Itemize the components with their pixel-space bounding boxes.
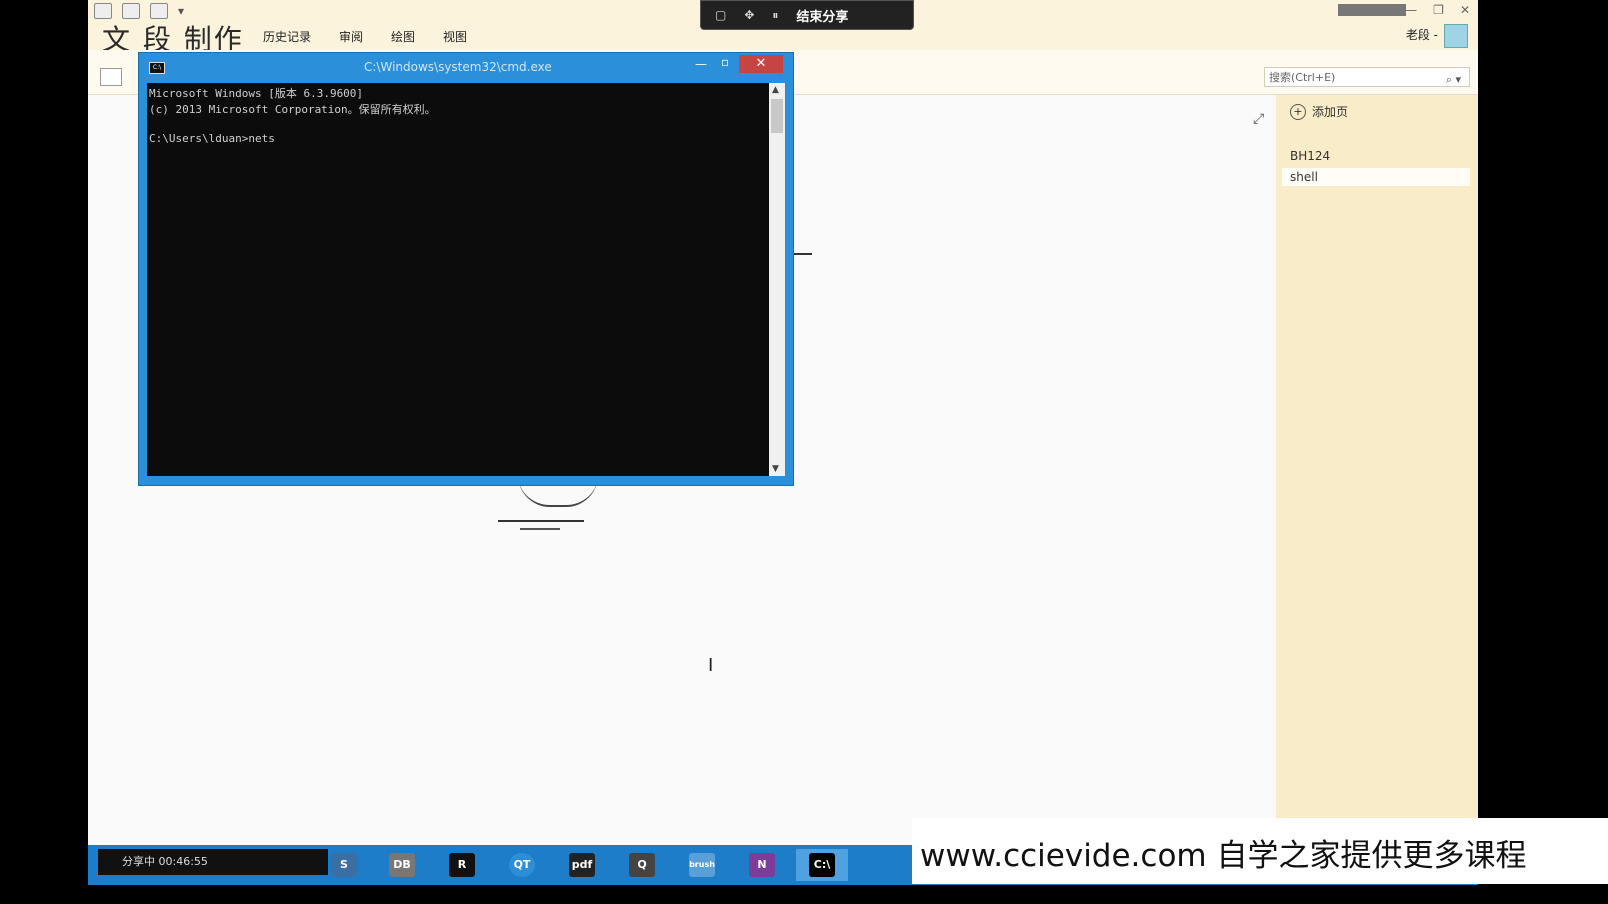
banner-text: www.ccievide.com 自学之家提供更多课程 <box>920 838 1527 874</box>
notebook-toggle-icon[interactable] <box>100 68 122 86</box>
cmd-window: C:\ C:\Windows\system32\cmd.exe — ▫ ✕ Mi… <box>138 52 794 486</box>
user-name[interactable]: 老段 - <box>1406 26 1438 43</box>
scroll-up-icon[interactable]: ▲ <box>772 85 779 95</box>
website-banner: www.ccievide.com 自学之家提供更多课程 <box>912 818 1608 884</box>
pause-icon[interactable]: ⏸ <box>772 8 778 23</box>
taskbar-app-db[interactable]: DB <box>376 849 428 881</box>
text-cursor-icon: I <box>708 655 714 676</box>
search-placeholder: 搜索(Ctrl+E) <box>1269 71 1336 84</box>
page-item-bh124[interactable]: BH124 <box>1282 147 1470 165</box>
taskbar-app-qt[interactable]: QT <box>496 849 548 881</box>
menu-item-review[interactable]: 审阅 <box>339 28 363 45</box>
notebook-icon[interactable] <box>94 3 112 19</box>
add-icon: + <box>1290 103 1306 120</box>
ribbon-menu: 历史记录 审阅 绘图 视图 <box>263 28 467 45</box>
window-select-icon[interactable]: ▢ <box>715 8 726 22</box>
taskbar-app-paint[interactable]: brush <box>676 849 728 881</box>
taskbar-app-cmd[interactable]: C:\ <box>796 849 848 881</box>
minimize-icon[interactable]: — <box>695 57 707 71</box>
console-line: (c) 2013 Microsoft Corporation。保留所有权利。 <box>149 103 436 116</box>
add-page-button[interactable]: + 添加页 <box>1290 103 1348 120</box>
dropdown-icon[interactable]: ▾ <box>178 4 184 18</box>
end-share-button[interactable]: 结束分享 <box>796 6 848 25</box>
maximize-icon[interactable]: ▫ <box>721 55 729 69</box>
scroll-thumb[interactable] <box>771 99 783 133</box>
cmd-title: C:\Windows\system32\cmd.exe <box>364 60 552 74</box>
minimize-icon[interactable]: — <box>1405 3 1417 17</box>
search-input[interactable]: 搜索(Ctrl+E) ⌕ ▾ <box>1264 67 1470 87</box>
menu-item-draw[interactable]: 绘图 <box>391 28 415 45</box>
share-toolbar: ▢ ✥ ⏸ 结束分享 <box>700 0 914 30</box>
taskbar-app-pdf[interactable]: pdf <box>556 849 608 881</box>
add-page-label: 添加页 <box>1312 105 1349 119</box>
back-icon[interactable] <box>122 3 140 19</box>
taskbar-app-r[interactable]: R <box>436 849 488 881</box>
page-list: + 添加页 BH124 shell <box>1276 95 1478 845</box>
ink-stroke <box>520 528 560 530</box>
undo-icon[interactable] <box>150 3 168 19</box>
console-prompt: C:\Users\lduan>nets <box>149 132 275 145</box>
menu-item-history[interactable]: 历史记录 <box>263 28 311 45</box>
share-status: 分享中 00:46:55 <box>98 849 328 875</box>
search-icon[interactable]: ⌕ ▾ <box>1446 70 1461 90</box>
console-line: Microsoft Windows [版本 6.3.9600] <box>149 87 364 100</box>
page-item-shell[interactable]: shell <box>1282 168 1470 186</box>
cmd-titlebar[interactable]: C:\ C:\Windows\system32\cmd.exe — ▫ ✕ <box>139 53 793 81</box>
pointer-icon[interactable]: ✥ <box>744 8 754 22</box>
console-output[interactable]: Microsoft Windows [版本 6.3.9600] (c) 2013… <box>147 83 769 476</box>
signin-bar[interactable] <box>1338 4 1406 16</box>
close-button[interactable]: ✕ <box>739 55 783 73</box>
taskbar-app-onenote[interactable]: N <box>736 849 788 881</box>
scroll-down-icon[interactable]: ▼ <box>772 464 779 474</box>
avatar[interactable] <box>1444 24 1468 48</box>
taskbar-app-s[interactable]: S <box>318 849 370 881</box>
console-icon: C:\ <box>149 62 165 74</box>
restore-icon[interactable]: ❐ <box>1433 3 1444 17</box>
taskbar-app-q[interactable]: Q <box>616 849 668 881</box>
menu-item-view[interactable]: 视图 <box>443 28 467 45</box>
ink-stroke <box>498 520 584 522</box>
close-icon[interactable]: ✕ <box>1460 3 1470 17</box>
window-controls: — ❐ ✕ <box>1405 3 1470 17</box>
expand-icon[interactable]: ⤢ <box>1253 111 1264 127</box>
scrollbar[interactable]: ▲ ▼ <box>769 83 785 476</box>
